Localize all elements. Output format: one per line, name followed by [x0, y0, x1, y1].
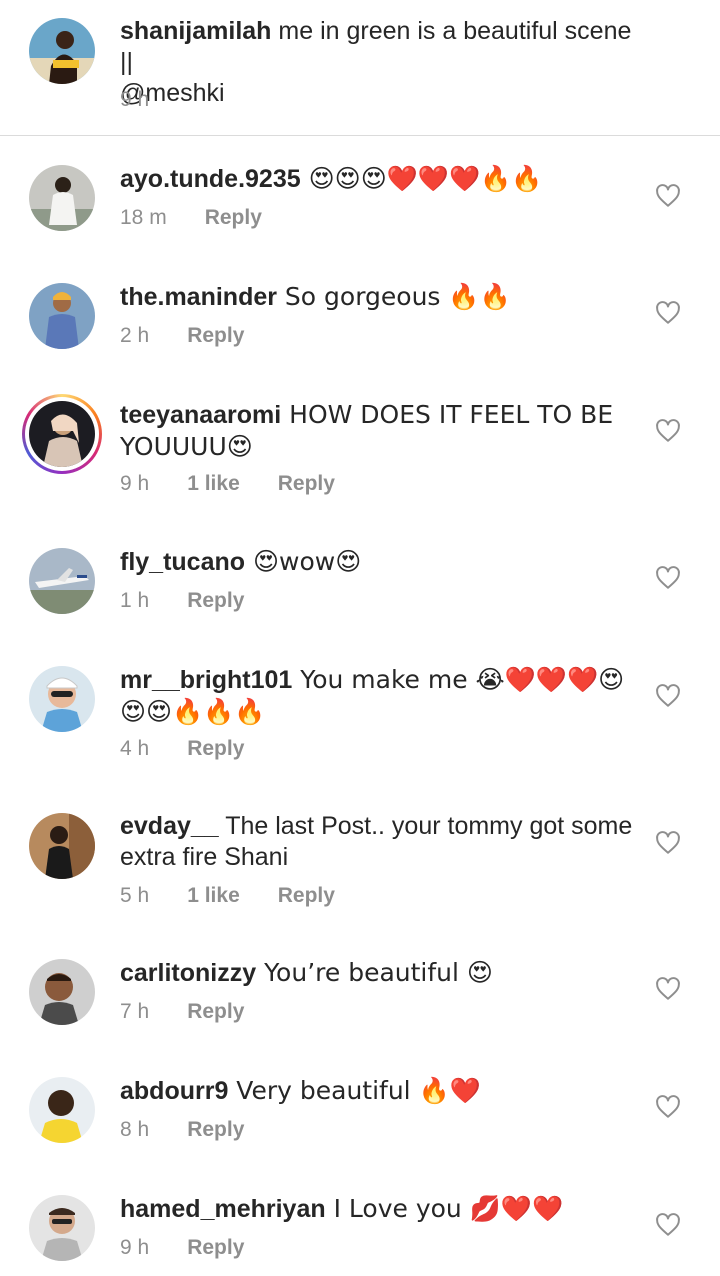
timestamp: 5 h — [120, 884, 150, 907]
timestamp: 9 h — [120, 88, 150, 111]
likes-count[interactable]: 1 like — [187, 884, 240, 908]
avatar[interactable] — [29, 401, 95, 467]
avatar[interactable] — [29, 283, 95, 349]
reply-button[interactable]: Reply — [187, 1000, 244, 1024]
username[interactable]: carlitonizzy — [120, 959, 256, 987]
like-heart-icon[interactable] — [655, 830, 681, 856]
avatar[interactable] — [29, 548, 95, 614]
like-heart-icon[interactable] — [655, 976, 681, 1002]
likes-count[interactable]: 1 like — [187, 472, 240, 496]
reply-button[interactable]: Reply — [187, 324, 244, 348]
comment-text: I Love you 💋❤️❤️ — [325, 1194, 564, 1223]
avatar[interactable] — [29, 18, 95, 84]
like-heart-icon[interactable] — [655, 683, 681, 709]
timestamp: 8 h — [120, 1118, 150, 1141]
avatar[interactable] — [29, 1077, 95, 1143]
reply-button[interactable]: Reply — [187, 1236, 244, 1260]
username[interactable]: hamed_mehriyan — [120, 1195, 326, 1223]
username[interactable]: the.maninder — [120, 283, 277, 311]
timestamp: 7 h — [120, 1000, 150, 1023]
username[interactable]: shanijamilah — [120, 17, 271, 45]
avatar[interactable] — [29, 666, 95, 732]
avatar[interactable] — [29, 165, 95, 231]
username[interactable]: evday__ — [120, 812, 219, 840]
timestamp: 4 h — [120, 737, 150, 760]
username[interactable]: fly_tucano — [120, 548, 245, 576]
reply-button[interactable]: Reply — [278, 472, 335, 496]
timestamp: 1 h — [120, 589, 150, 612]
like-heart-icon[interactable] — [655, 183, 681, 209]
like-heart-icon[interactable] — [655, 1212, 681, 1238]
post-caption: shanijamilah me in green is a beautiful … — [0, 0, 720, 136]
username[interactable]: abdourr9 — [120, 1077, 228, 1105]
timestamp: 9 h — [120, 1236, 150, 1259]
avatar[interactable] — [29, 813, 95, 879]
avatar[interactable] — [29, 959, 95, 1025]
username[interactable]: mr__bright101 — [120, 666, 292, 694]
like-heart-icon[interactable] — [655, 1094, 681, 1120]
timestamp: 18 m — [120, 206, 167, 229]
timestamp: 2 h — [120, 324, 150, 347]
reply-button[interactable]: Reply — [187, 1118, 244, 1142]
comment-text: 😍😍😍❤️❤️❤️🔥🔥 — [300, 164, 543, 193]
reply-button[interactable]: Reply — [278, 884, 335, 908]
comment-text: You’re beautiful 😍 — [256, 958, 493, 987]
reply-button[interactable]: Reply — [187, 737, 244, 761]
story-ring[interactable] — [22, 394, 102, 474]
reply-button[interactable]: Reply — [187, 589, 244, 613]
reply-button[interactable]: Reply — [205, 206, 262, 230]
avatar[interactable] — [29, 1195, 95, 1261]
like-heart-icon[interactable] — [655, 300, 681, 326]
comment-text: So gorgeous 🔥🔥 — [276, 282, 511, 311]
comment-text: Very beautiful 🔥❤️ — [228, 1076, 481, 1105]
like-heart-icon[interactable] — [655, 418, 681, 444]
timestamp: 9 h — [120, 472, 150, 495]
username[interactable]: teeyanaaromi — [120, 401, 281, 429]
comment-text: 😍wow😍 — [245, 547, 362, 576]
like-heart-icon[interactable] — [655, 565, 681, 591]
username[interactable]: ayo.tunde.9235 — [120, 165, 301, 193]
